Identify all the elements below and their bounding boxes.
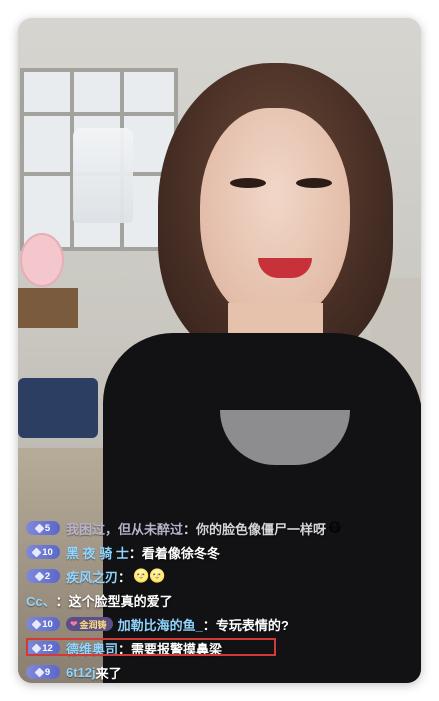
streamer-eye-left xyxy=(230,178,266,188)
comment-text: 看着像徐冬冬 xyxy=(141,545,220,561)
level-badge: 9 xyxy=(26,665,60,679)
mask-emoji-icon: 😷 xyxy=(328,520,342,535)
comment-username[interactable]: Cc、 xyxy=(26,591,56,610)
comment-username[interactable]: 6t12j xyxy=(66,665,96,680)
comment-row[interactable]: 10 黑 夜 骑 士 ： 看着像徐冬冬 xyxy=(26,542,220,562)
comment-row[interactable]: 2 疾风之刃 ： 🌝🌝 xyxy=(26,566,165,586)
level-badge: 10 xyxy=(26,617,60,631)
comment-text: 这个脸型真的爱了 xyxy=(68,593,173,609)
level-badge: 5 xyxy=(26,521,60,535)
comment-username[interactable]: 疾风之刃 xyxy=(66,567,118,586)
comment-separator: ： xyxy=(118,569,132,585)
streamer-face xyxy=(200,108,350,323)
fan-club-badge-label: 金润铸 xyxy=(79,619,107,630)
desk-fan xyxy=(20,233,64,287)
highlight-box xyxy=(26,638,276,656)
level-badge: 10 xyxy=(26,545,60,559)
comment-separator: ： xyxy=(128,545,142,561)
comment-text: 专玩表情的? xyxy=(215,617,289,633)
moon-face-emoji-icon: 🌝🌝 xyxy=(133,568,166,583)
streamer-eye-right xyxy=(296,178,332,188)
comment-username[interactable]: 我困过，但从未醉过 xyxy=(66,519,183,538)
hanging-shirt xyxy=(73,128,133,223)
comment-row[interactable]: Cc、 ： 这个脸型真的爱了 xyxy=(26,590,173,610)
comment-separator: ： xyxy=(202,617,216,633)
wooden-cabinet xyxy=(18,288,78,328)
comment-row[interactable]: 9 6t12j 来了 xyxy=(26,662,122,682)
comment-text: 你的脸色像僵尸一样呀 xyxy=(196,521,327,537)
bedding xyxy=(18,378,98,438)
comment-separator: ： xyxy=(55,593,69,609)
level-badge: 2 xyxy=(26,569,60,583)
comment-row[interactable]: 5 我困过，但从未醉过 ： 你的脸色像僵尸一样呀 😷 xyxy=(26,518,342,538)
heart-icon: ❤ xyxy=(70,618,78,629)
comment-username[interactable]: 加勒比海的鱼_ xyxy=(118,615,203,634)
comment-text: 来了 xyxy=(95,665,122,681)
comment-username[interactable]: 黑 夜 骑 士 xyxy=(66,543,129,562)
live-comment-feed[interactable]: 5 我困过，但从未醉过 ： 你的脸色像僵尸一样呀 😷 10 黑 夜 骑 士 ： … xyxy=(18,516,421,683)
comment-row[interactable]: 10 ❤ 金润铸 加勒比海的鱼_ ： 专玩表情的? xyxy=(26,614,289,634)
fan-club-badge: ❤ 金润铸 xyxy=(66,617,113,631)
comment-separator: ： xyxy=(183,521,197,537)
